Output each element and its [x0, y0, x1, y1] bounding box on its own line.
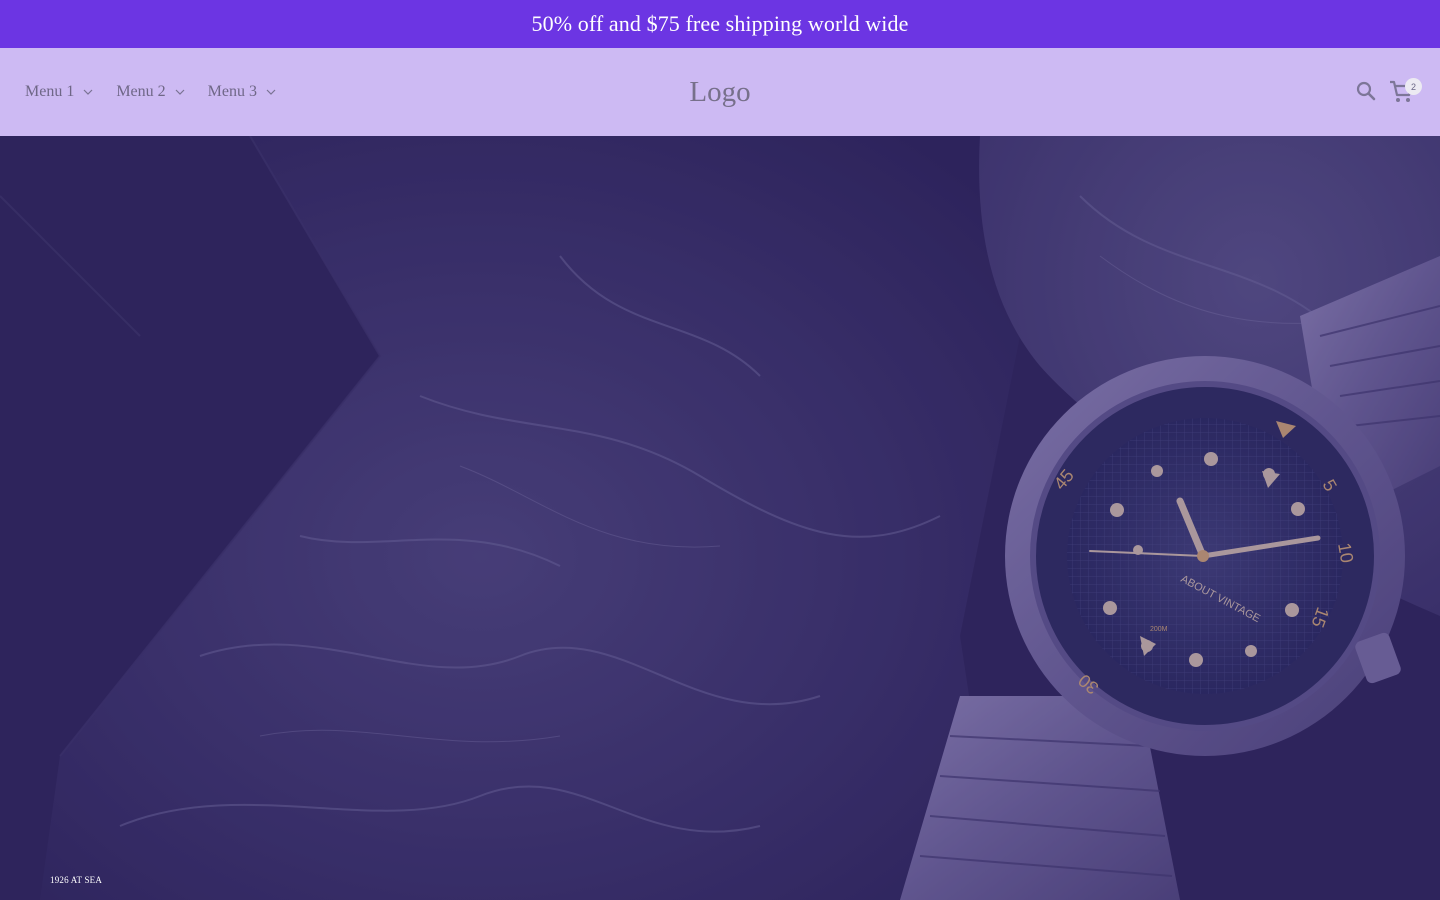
logo-text: Logo	[689, 75, 751, 108]
nav-menu-1-label: Menu 1	[25, 83, 75, 100]
hero-image: ABOUT VINTAGE 200M 45 5 10 15 30	[0, 136, 1440, 900]
nav-menu-3[interactable]: Menu 3	[208, 83, 276, 101]
site-logo[interactable]: Logo	[620, 48, 820, 136]
announcement-bar: 50% off and $75 free shipping world wide	[0, 0, 1440, 48]
chevron-down-icon	[83, 89, 93, 95]
nav-menu-3-label: Menu 3	[207, 83, 257, 100]
site-header: Menu 1 Menu 2 Menu 3 Logo	[0, 48, 1440, 136]
hero-caption-text: 1926 AT SEA	[50, 875, 103, 885]
hero-banner[interactable]: ABOUT VINTAGE 200M 45 5 10 15 30 1926 AT…	[0, 136, 1440, 900]
main-nav: Menu 1 Menu 2 Menu 3	[25, 48, 299, 136]
chevron-down-icon	[175, 89, 185, 95]
nav-menu-1[interactable]: Menu 1	[25, 83, 93, 101]
chevron-down-icon	[266, 89, 276, 95]
cart-count: 2	[1410, 81, 1416, 92]
nav-menu-2[interactable]: Menu 2	[116, 83, 185, 101]
search-icon[interactable]	[1354, 79, 1378, 103]
nav-menu-2-label: Menu 2	[116, 83, 166, 100]
hero-caption: 1926 AT SEA	[50, 875, 102, 885]
announcement-text: 50% off and $75 free shipping world wide	[531, 11, 909, 36]
cart-count-badge: 2	[1405, 78, 1422, 95]
